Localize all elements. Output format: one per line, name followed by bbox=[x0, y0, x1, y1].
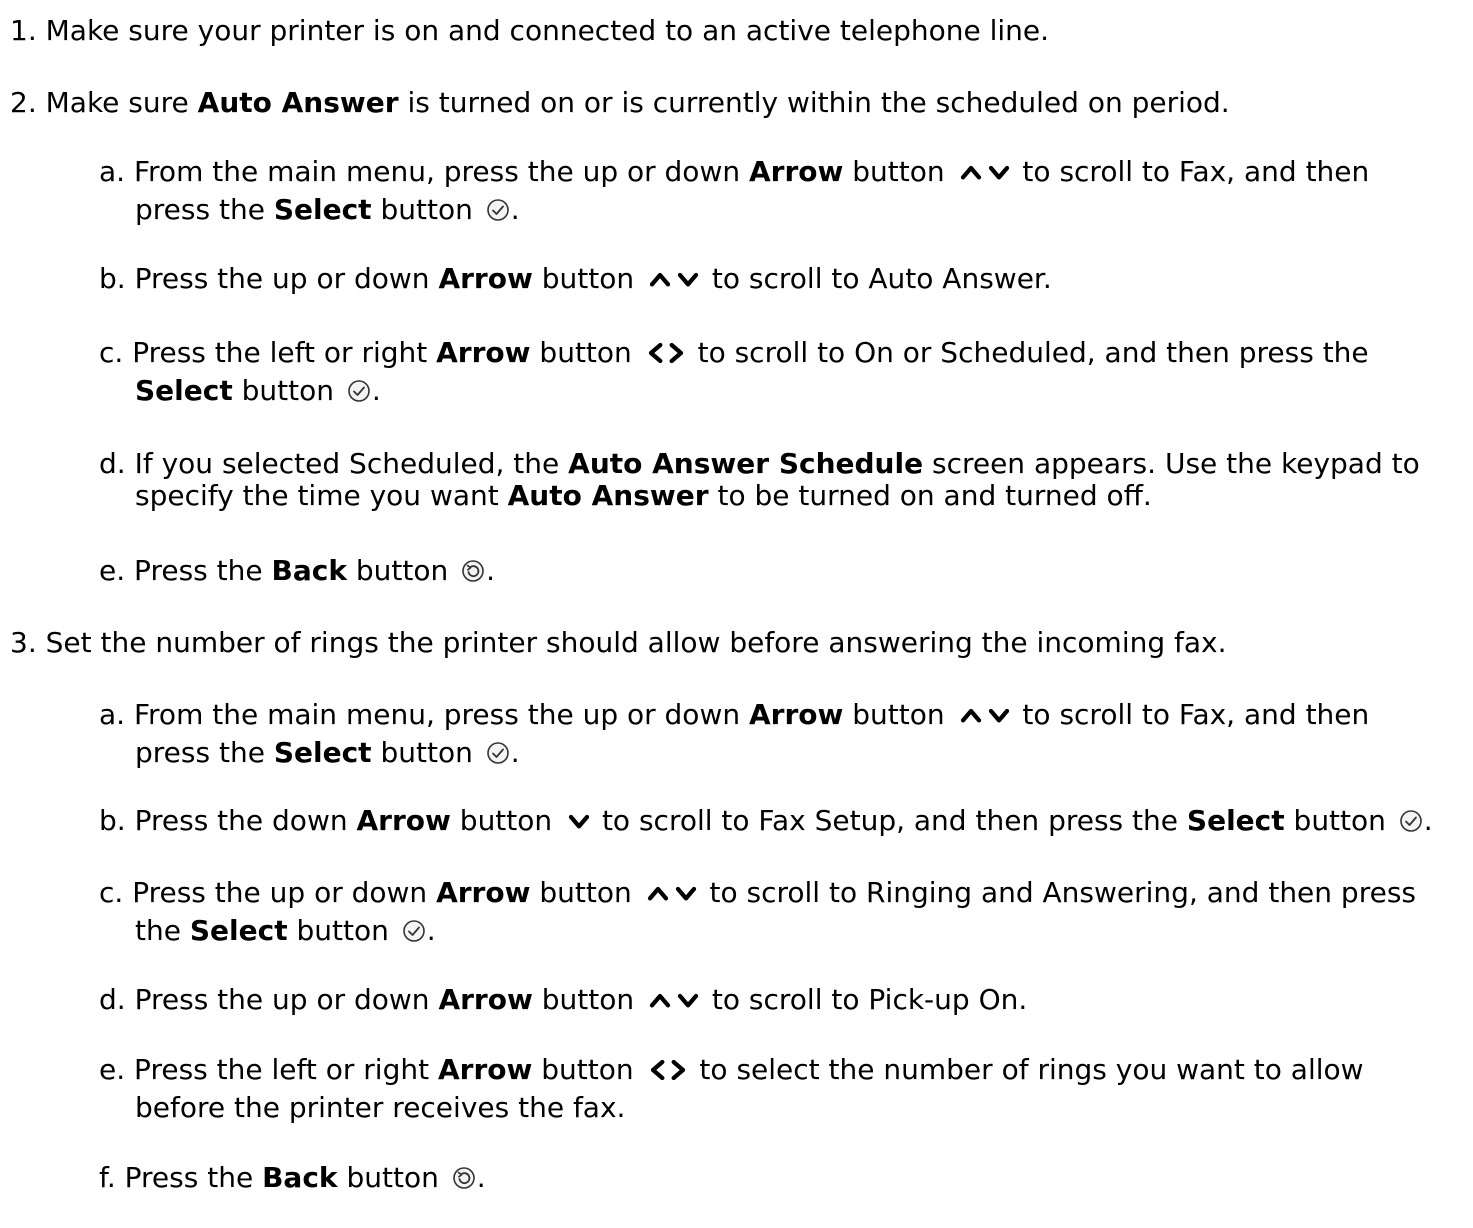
substep-2a: a. From the main menu, press the up or d… bbox=[99, 155, 1370, 226]
substep-3a: a. From the main menu, press the up or d… bbox=[99, 698, 1370, 769]
step-number: 1. bbox=[10, 14, 37, 47]
step-text: Make sure your printer is on and connect… bbox=[45, 14, 1050, 47]
substep-2b: b. Press the up or down Arrow button to … bbox=[99, 262, 1052, 295]
substep-2e: e. Press the Back button . bbox=[99, 554, 496, 587]
select-checkmark-icon bbox=[402, 919, 426, 943]
substep-3f: f. Press the Back button . bbox=[99, 1161, 486, 1194]
select-checkmark-icon bbox=[486, 741, 510, 765]
step-3: 3. Set the number of rings the printer s… bbox=[10, 624, 1227, 662]
substep-letter: c. bbox=[99, 336, 124, 369]
substep-letter: c. bbox=[99, 876, 124, 909]
substep-3d: d. Press the up or down Arrow button to … bbox=[99, 983, 1028, 1016]
step-number: 3. bbox=[10, 626, 37, 659]
substep-letter: e. bbox=[99, 1053, 126, 1086]
substep-letter: f. bbox=[99, 1161, 116, 1194]
left-right-arrow-icon bbox=[645, 339, 689, 365]
up-down-arrow-icon bbox=[647, 986, 703, 1012]
substep-letter: e. bbox=[99, 554, 126, 587]
instructions-page: { "steps": [ {"num": "1.", "text": "Make… bbox=[0, 0, 1473, 1228]
substep-2d: d. If you selected Scheduled, the Auto A… bbox=[99, 447, 1420, 512]
select-checkmark-icon bbox=[1399, 809, 1423, 833]
select-checkmark-icon bbox=[486, 198, 510, 222]
back-icon bbox=[452, 1166, 476, 1190]
auto-answer-label: Auto Answer bbox=[197, 86, 399, 119]
up-down-arrow-icon bbox=[647, 265, 703, 291]
substep-letter: a. bbox=[99, 698, 126, 731]
down-arrow-icon bbox=[565, 807, 593, 833]
substep-2c: c. Press the left or right Arrow button … bbox=[99, 336, 1369, 407]
substep-3b: b. Press the down Arrow button to scroll… bbox=[99, 804, 1433, 837]
up-down-arrow-icon bbox=[958, 701, 1014, 727]
step-1: 1. Make sure your printer is on and conn… bbox=[10, 12, 1049, 50]
substep-letter: d. bbox=[99, 447, 126, 480]
up-down-arrow-icon bbox=[958, 158, 1014, 184]
step-2: 2. Make sure Auto Answer is turned on or… bbox=[10, 86, 1230, 119]
step-text: Set the number of rings the printer shou… bbox=[45, 626, 1227, 659]
substep-letter: a. bbox=[99, 155, 126, 188]
substep-letter: d. bbox=[99, 983, 126, 1016]
substep-3c: c. Press the up or down Arrow button to … bbox=[99, 876, 1417, 947]
left-right-arrow-icon bbox=[647, 1056, 691, 1082]
select-checkmark-icon bbox=[347, 379, 371, 403]
substep-letter: b. bbox=[99, 262, 126, 295]
substep-3e: e. Press the left or right Arrow button … bbox=[99, 1053, 1364, 1124]
step-number: 2. bbox=[10, 86, 37, 119]
back-icon bbox=[461, 559, 485, 583]
substep-letter: b. bbox=[99, 804, 126, 837]
up-down-arrow-icon bbox=[645, 879, 701, 905]
